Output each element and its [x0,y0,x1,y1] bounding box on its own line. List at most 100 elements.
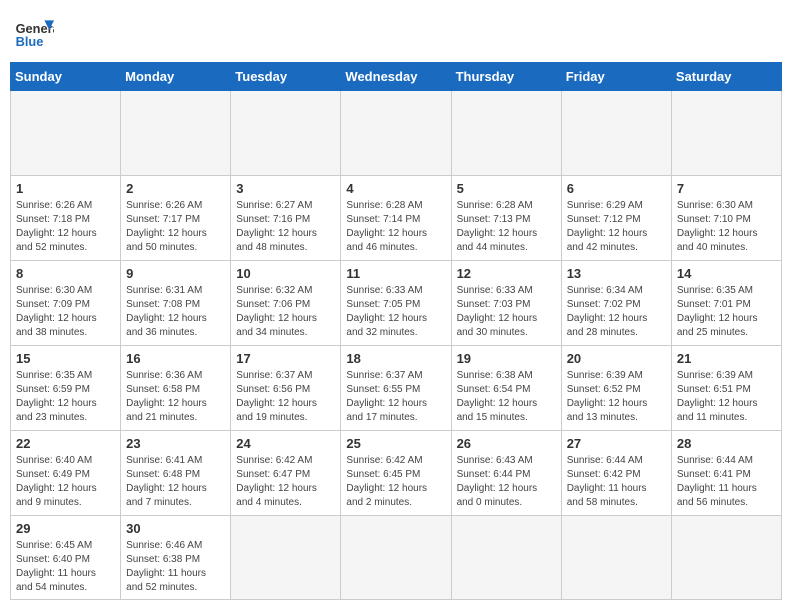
day-detail: Sunrise: 6:30 AMSunset: 7:09 PMDaylight:… [16,284,115,340]
calendar-cell: 26Sunrise: 6:43 AMSunset: 6:44 PMDayligh… [451,431,561,516]
calendar-cell: 24Sunrise: 6:42 AMSunset: 6:47 PMDayligh… [231,431,341,516]
day-number: 10 [236,265,335,283]
day-number: 2 [126,180,225,198]
day-number: 11 [346,265,445,283]
day-number: 19 [457,350,556,368]
day-number: 28 [677,435,776,453]
day-number: 23 [126,435,225,453]
calendar-cell: 14Sunrise: 6:35 AMSunset: 7:01 PMDayligh… [671,261,781,346]
calendar-cell: 15Sunrise: 6:35 AMSunset: 6:59 PMDayligh… [11,346,121,431]
col-header-tuesday: Tuesday [231,63,341,91]
day-detail: Sunrise: 6:27 AMSunset: 7:16 PMDaylight:… [236,199,335,255]
col-header-sunday: Sunday [11,63,121,91]
calendar-cell [231,91,341,176]
day-number: 24 [236,435,335,453]
day-detail: Sunrise: 6:39 AMSunset: 6:51 PMDaylight:… [677,369,776,425]
calendar-cell: 16Sunrise: 6:36 AMSunset: 6:58 PMDayligh… [121,346,231,431]
calendar-cell: 1Sunrise: 6:26 AMSunset: 7:18 PMDaylight… [11,176,121,261]
day-number: 20 [567,350,666,368]
day-number: 17 [236,350,335,368]
col-header-wednesday: Wednesday [341,63,451,91]
calendar-cell: 21Sunrise: 6:39 AMSunset: 6:51 PMDayligh… [671,346,781,431]
calendar-cell: 8Sunrise: 6:30 AMSunset: 7:09 PMDaylight… [11,261,121,346]
day-detail: Sunrise: 6:35 AMSunset: 6:59 PMDaylight:… [16,369,115,425]
day-number: 7 [677,180,776,198]
calendar-cell: 29Sunrise: 6:45 AMSunset: 6:40 PMDayligh… [11,516,121,600]
day-detail: Sunrise: 6:28 AMSunset: 7:14 PMDaylight:… [346,199,445,255]
calendar-cell [561,91,671,176]
day-number: 30 [126,520,225,538]
day-detail: Sunrise: 6:46 AMSunset: 6:38 PMDaylight:… [126,539,225,595]
day-detail: Sunrise: 6:30 AMSunset: 7:10 PMDaylight:… [677,199,776,255]
calendar-cell: 6Sunrise: 6:29 AMSunset: 7:12 PMDaylight… [561,176,671,261]
day-number: 22 [16,435,115,453]
day-number: 15 [16,350,115,368]
day-detail: Sunrise: 6:44 AMSunset: 6:42 PMDaylight:… [567,454,666,510]
calendar-cell: 9Sunrise: 6:31 AMSunset: 7:08 PMDaylight… [121,261,231,346]
logo: General Blue [14,14,58,54]
day-detail: Sunrise: 6:35 AMSunset: 7:01 PMDaylight:… [677,284,776,340]
calendar-cell: 22Sunrise: 6:40 AMSunset: 6:49 PMDayligh… [11,431,121,516]
calendar-cell [341,516,451,600]
day-detail: Sunrise: 6:37 AMSunset: 6:55 PMDaylight:… [346,369,445,425]
day-number: 9 [126,265,225,283]
calendar-cell: 3Sunrise: 6:27 AMSunset: 7:16 PMDaylight… [231,176,341,261]
day-number: 14 [677,265,776,283]
calendar-cell: 19Sunrise: 6:38 AMSunset: 6:54 PMDayligh… [451,346,561,431]
calendar-cell: 18Sunrise: 6:37 AMSunset: 6:55 PMDayligh… [341,346,451,431]
day-detail: Sunrise: 6:31 AMSunset: 7:08 PMDaylight:… [126,284,225,340]
day-number: 29 [16,520,115,538]
day-detail: Sunrise: 6:32 AMSunset: 7:06 PMDaylight:… [236,284,335,340]
calendar-cell: 28Sunrise: 6:44 AMSunset: 6:41 PMDayligh… [671,431,781,516]
calendar-cell: 7Sunrise: 6:30 AMSunset: 7:10 PMDaylight… [671,176,781,261]
day-detail: Sunrise: 6:38 AMSunset: 6:54 PMDaylight:… [457,369,556,425]
day-number: 21 [677,350,776,368]
calendar-table: SundayMondayTuesdayWednesdayThursdayFrid… [10,62,782,600]
calendar-cell [451,91,561,176]
day-detail: Sunrise: 6:45 AMSunset: 6:40 PMDaylight:… [16,539,115,595]
day-detail: Sunrise: 6:34 AMSunset: 7:02 PMDaylight:… [567,284,666,340]
day-detail: Sunrise: 6:44 AMSunset: 6:41 PMDaylight:… [677,454,776,510]
day-number: 13 [567,265,666,283]
day-number: 25 [346,435,445,453]
calendar-cell [231,516,341,600]
calendar-cell [341,91,451,176]
day-detail: Sunrise: 6:40 AMSunset: 6:49 PMDaylight:… [16,454,115,510]
day-number: 27 [567,435,666,453]
calendar-cell [671,516,781,600]
col-header-thursday: Thursday [451,63,561,91]
calendar-cell: 5Sunrise: 6:28 AMSunset: 7:13 PMDaylight… [451,176,561,261]
day-number: 1 [16,180,115,198]
day-number: 6 [567,180,666,198]
col-header-friday: Friday [561,63,671,91]
day-detail: Sunrise: 6:39 AMSunset: 6:52 PMDaylight:… [567,369,666,425]
calendar-cell: 30Sunrise: 6:46 AMSunset: 6:38 PMDayligh… [121,516,231,600]
calendar-cell [121,91,231,176]
day-detail: Sunrise: 6:43 AMSunset: 6:44 PMDaylight:… [457,454,556,510]
day-detail: Sunrise: 6:26 AMSunset: 7:18 PMDaylight:… [16,199,115,255]
day-detail: Sunrise: 6:29 AMSunset: 7:12 PMDaylight:… [567,199,666,255]
calendar-cell [671,91,781,176]
day-detail: Sunrise: 6:42 AMSunset: 6:47 PMDaylight:… [236,454,335,510]
calendar-cell [451,516,561,600]
calendar-cell: 23Sunrise: 6:41 AMSunset: 6:48 PMDayligh… [121,431,231,516]
svg-text:Blue: Blue [16,34,44,49]
day-number: 8 [16,265,115,283]
calendar-cell: 12Sunrise: 6:33 AMSunset: 7:03 PMDayligh… [451,261,561,346]
col-header-saturday: Saturday [671,63,781,91]
calendar-cell: 27Sunrise: 6:44 AMSunset: 6:42 PMDayligh… [561,431,671,516]
calendar-cell [11,91,121,176]
day-number: 26 [457,435,556,453]
day-detail: Sunrise: 6:33 AMSunset: 7:05 PMDaylight:… [346,284,445,340]
day-number: 4 [346,180,445,198]
calendar-cell: 20Sunrise: 6:39 AMSunset: 6:52 PMDayligh… [561,346,671,431]
day-detail: Sunrise: 6:28 AMSunset: 7:13 PMDaylight:… [457,199,556,255]
col-header-monday: Monday [121,63,231,91]
day-detail: Sunrise: 6:33 AMSunset: 7:03 PMDaylight:… [457,284,556,340]
calendar-cell: 17Sunrise: 6:37 AMSunset: 6:56 PMDayligh… [231,346,341,431]
day-detail: Sunrise: 6:26 AMSunset: 7:17 PMDaylight:… [126,199,225,255]
calendar-cell: 11Sunrise: 6:33 AMSunset: 7:05 PMDayligh… [341,261,451,346]
day-number: 3 [236,180,335,198]
page-header: General Blue [10,10,782,54]
day-detail: Sunrise: 6:36 AMSunset: 6:58 PMDaylight:… [126,369,225,425]
